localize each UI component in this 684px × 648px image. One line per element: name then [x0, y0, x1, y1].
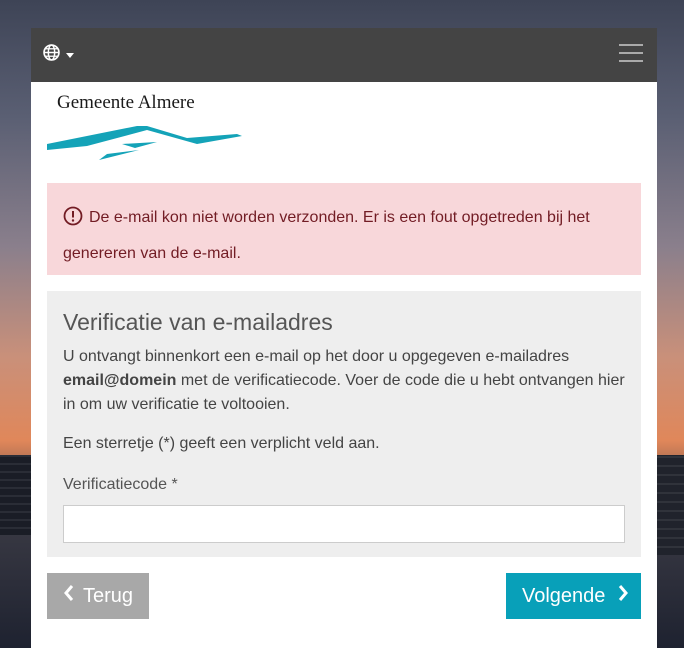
required-note: Een sterretje (*) geeft een verplicht ve…	[63, 435, 380, 452]
intro-pre: U ontvangt binnenkort een e-mail op het …	[63, 348, 570, 365]
panel-title: Verificatie van e-mailadres	[63, 309, 333, 335]
top-navbar	[31, 28, 657, 82]
main-card: Gemeente Almere De e-mail kon niet worde…	[31, 28, 657, 648]
verification-code-input[interactable]	[63, 505, 625, 543]
globe-icon	[43, 44, 60, 66]
chevron-right-icon	[617, 584, 629, 608]
back-button-label: Terug	[83, 584, 134, 607]
logo-text: Gemeente Almere	[57, 92, 195, 113]
chevron-down-icon	[66, 52, 74, 58]
background-buildings-left	[0, 455, 32, 535]
municipality-logo: Gemeente Almere	[47, 92, 247, 168]
hamburger-menu-button[interactable]	[619, 44, 643, 64]
language-selector[interactable]	[43, 44, 74, 66]
intro-email: email@domein	[63, 372, 177, 389]
exclamation-circle-icon	[63, 206, 83, 238]
background-buildings-right	[656, 455, 684, 555]
next-button[interactable]: Volgende	[506, 573, 641, 619]
logo-wave-icon	[47, 126, 242, 160]
next-button-label: Volgende	[522, 584, 606, 607]
verification-code-label: Verificatiecode *	[63, 476, 178, 493]
verification-panel: Verificatie van e-mailadres U ontvangt b…	[47, 291, 641, 557]
back-button[interactable]: Terug	[47, 573, 149, 619]
error-alert: De e-mail kon niet worden verzonden. Er …	[47, 183, 641, 275]
intro-text: U ontvangt binnenkort een e-mail op het …	[63, 345, 625, 417]
alert-message: De e-mail kon niet worden verzonden. Er …	[63, 209, 590, 262]
chevron-left-icon	[63, 584, 75, 608]
